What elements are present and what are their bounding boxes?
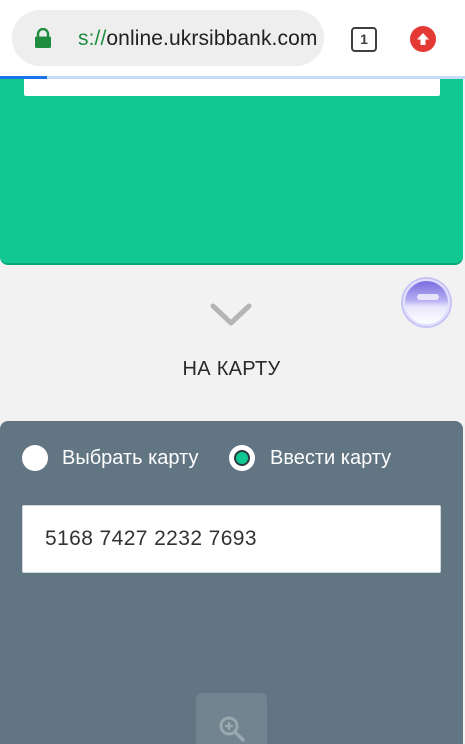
zoom-icon — [219, 716, 245, 742]
chevron-down-icon[interactable] — [210, 302, 252, 333]
floating-avatar[interactable] — [403, 279, 450, 326]
url-text[interactable]: s://online.ukrsibbank.com — [78, 27, 317, 51]
lock-icon[interactable] — [34, 27, 52, 48]
radio-enter-card-label[interactable]: Ввести карту — [270, 447, 391, 470]
section-title: НА КАРТУ — [182, 358, 281, 380]
browser-toolbar: s://online.ukrsibbank.com 1 — [0, 0, 465, 76]
tab-switcher-icon[interactable]: 1 — [351, 27, 377, 52]
card-number-input[interactable]: 5168 7427 2232 7693 — [22, 505, 441, 573]
source-input-field[interactable] — [24, 79, 440, 96]
update-arrow-icon[interactable] — [410, 26, 436, 52]
radio-choose-card[interactable] — [22, 445, 48, 471]
zoom-button[interactable] — [196, 693, 267, 744]
url-host: online.ukrsibbank.com — [106, 27, 318, 50]
source-card-panel — [0, 79, 463, 265]
radio-choose-card-label[interactable]: Выбрать карту — [62, 447, 199, 470]
avatar-highlight — [417, 294, 439, 300]
url-scheme: s:// — [78, 27, 107, 50]
radio-selected-dot — [234, 450, 250, 466]
radio-enter-card[interactable] — [229, 445, 255, 471]
address-bar[interactable]: s://online.ukrsibbank.com — [12, 10, 324, 66]
